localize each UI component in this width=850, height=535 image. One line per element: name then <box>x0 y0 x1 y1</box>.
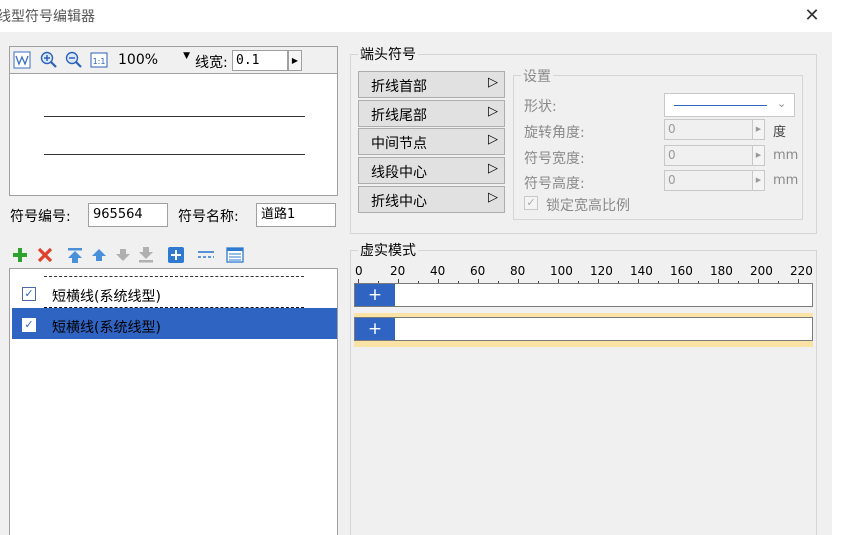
lock-ratio-label: 锁定宽高比例 <box>546 198 630 214</box>
move-down-icon[interactable] <box>114 246 132 264</box>
zoom-value: 100% <box>118 52 159 68</box>
ruler-label: 80 <box>510 264 526 278</box>
list-toolbar <box>9 242 338 268</box>
line-list[interactable]: ✓ 短横线(系统线型) ✓ 短横线(系统线型) <box>9 268 338 535</box>
move-top-icon[interactable] <box>66 246 84 264</box>
add-segment-button[interactable]: + <box>355 284 395 306</box>
shape-line-preview <box>674 105 767 106</box>
shape-label: 形状: <box>524 99 557 115</box>
title-bar: 线型符号编辑器 ✕ <box>0 0 850 32</box>
polyline-start-button[interactable]: 折线首部 ▷ <box>358 71 505 98</box>
preview-toolbar: 1:1 100% ▼ 线宽: 0.1 ▶ <box>10 47 337 74</box>
lock-ratio-checkbox[interactable]: ✓ <box>524 196 538 210</box>
symbol-name-label: 符号名称: <box>178 209 239 225</box>
rotation-unit: 度 <box>773 125 787 140</box>
triangle-right-icon: ▷ <box>488 161 498 176</box>
rotation-spin-icon[interactable]: ▶ <box>752 119 765 140</box>
height-unit: mm <box>773 173 799 188</box>
height-spin-icon[interactable]: ▶ <box>752 170 765 191</box>
zoom-in-icon[interactable] <box>40 51 58 69</box>
width-spin-icon[interactable]: ▶ <box>752 145 765 166</box>
ruler-label: 120 <box>590 264 613 278</box>
window-edge <box>832 32 850 535</box>
delete-icon[interactable] <box>36 246 54 264</box>
line-width-arrow-icon[interactable]: ▶ <box>288 50 302 71</box>
polyline-end-label: 折线尾部 <box>371 108 427 124</box>
close-button[interactable]: ✕ <box>800 5 824 27</box>
zoom-out-icon[interactable] <box>65 51 83 69</box>
line-style-icon[interactable] <box>197 246 215 264</box>
ruler-label: 200 <box>750 264 773 278</box>
window-title: 线型符号编辑器 <box>0 9 95 25</box>
move-bottom-icon[interactable] <box>137 246 155 264</box>
line-width-input[interactable]: 0.1 <box>232 50 288 71</box>
middle-node-label: 中间节点 <box>371 136 427 152</box>
height-label: 符号高度: <box>524 176 585 192</box>
symbol-id-field[interactable]: 965564 <box>88 203 168 227</box>
symbol-id-label: 符号编号: <box>10 209 71 225</box>
triangle-right-icon: ▷ <box>488 75 498 90</box>
triangle-right-icon: ▷ <box>488 104 498 119</box>
insert-icon[interactable] <box>167 246 185 264</box>
list-item[interactable]: ✓ 短横线(系统线型) <box>12 307 337 339</box>
move-up-icon[interactable] <box>90 246 108 264</box>
dash-bar[interactable]: + <box>354 317 813 341</box>
list-item-label: 短横线(系统线型) <box>52 289 161 305</box>
item-checkbox[interactable]: ✓ <box>22 287 36 301</box>
polyline-end-button[interactable]: 折线尾部 ▷ <box>358 100 505 127</box>
list-item[interactable]: ✓ 短横线(系统线型) <box>12 276 337 308</box>
width-label: 符号宽度: <box>524 151 585 167</box>
add-icon[interactable] <box>11 246 29 264</box>
rotation-label: 旋转角度: <box>524 125 585 141</box>
zoom-select[interactable]: 100% ▼ <box>114 50 194 71</box>
height-input[interactable]: 0 <box>664 170 753 191</box>
dash-pattern-title: 虚实模式 <box>358 240 418 260</box>
chevron-down-icon: ▼ <box>183 51 190 61</box>
polyline-center-label: 折线中心 <box>371 194 427 210</box>
list-item-label: 短横线(系统线型) <box>52 320 161 336</box>
end-symbol-title: 端头符号 <box>358 44 418 64</box>
triangle-right-icon: ▷ <box>488 132 498 147</box>
segment-center-label: 线段中心 <box>371 165 427 181</box>
middle-node-button[interactable]: 中间节点 ▷ <box>358 128 505 155</box>
symbol-name-field[interactable]: 道路1 <box>256 203 336 227</box>
ruler-label: 140 <box>630 264 653 278</box>
actual-size-icon[interactable]: 1:1 <box>90 51 108 69</box>
ruler-label: 180 <box>710 264 733 278</box>
preview-panel: 1:1 100% ▼ 线宽: 0.1 ▶ <box>9 46 338 196</box>
rotation-input[interactable]: 0 <box>664 119 753 140</box>
segment-center-button[interactable]: 线段中心 ▷ <box>358 157 505 184</box>
svg-text:1:1: 1:1 <box>93 57 106 66</box>
polyline-center-button[interactable]: 折线中心 ▷ <box>358 186 505 213</box>
ruler-label: 20 <box>390 264 406 278</box>
preview-line-1 <box>44 116 305 117</box>
dash-bar[interactable]: + <box>354 283 813 307</box>
width-unit: mm <box>773 148 799 163</box>
shape-select[interactable]: ⌄ <box>664 93 795 117</box>
ruler-label: 60 <box>470 264 486 278</box>
line-width-label: 线宽: <box>195 55 228 71</box>
ruler-label: 0 <box>355 264 363 278</box>
ruler-label: 40 <box>430 264 446 278</box>
line-preview-icon[interactable] <box>13 51 31 69</box>
chevron-down-icon: ⌄ <box>777 97 787 110</box>
dash-preview <box>44 307 304 308</box>
polyline-start-label: 折线首部 <box>371 79 427 95</box>
settings-title: 设置 <box>521 66 553 86</box>
ruler-label: 220 <box>790 264 813 278</box>
ruler-label: 100 <box>550 264 573 278</box>
width-input[interactable]: 0 <box>664 145 753 166</box>
properties-icon[interactable] <box>226 246 244 264</box>
preview-line-2 <box>44 154 305 155</box>
item-checkbox[interactable]: ✓ <box>22 318 36 332</box>
dash-preview <box>44 276 304 277</box>
ruler-label: 160 <box>670 264 693 278</box>
triangle-right-icon: ▷ <box>488 190 498 205</box>
add-segment-button[interactable]: + <box>355 318 395 340</box>
